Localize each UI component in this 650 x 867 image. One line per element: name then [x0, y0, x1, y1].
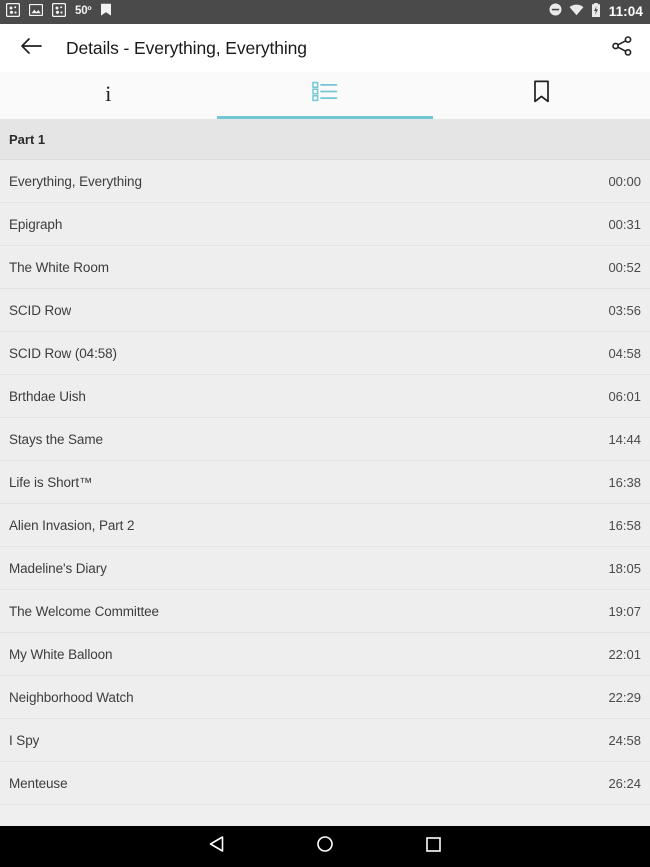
page-title: Details - Everything, Everything — [66, 37, 307, 58]
share-button[interactable] — [608, 34, 636, 62]
chapter-timestamp: 00:00 — [608, 173, 641, 189]
wifi-icon — [569, 3, 584, 21]
status-bar-right-icons: 11:04 — [549, 2, 643, 22]
chapter-row[interactable]: Alien Invasion, Part 2 16:58 — [0, 504, 650, 547]
chapter-timestamp: 26:24 — [608, 775, 641, 791]
weather-notification-icon — [5, 2, 21, 22]
status-bar-left-icons: 50º — [5, 2, 112, 22]
screenshot-notification-icon — [28, 3, 44, 21]
chapter-row[interactable]: Brthdae Uish 06:01 — [0, 375, 650, 418]
tab-bookmarks[interactable] — [433, 72, 650, 119]
bookmark-notification-icon — [100, 3, 112, 22]
status-bar-temperature: 50º — [75, 5, 92, 18]
app-bar: Details - Everything, Everything — [0, 24, 650, 72]
back-button[interactable] — [18, 35, 44, 61]
square-recents-icon — [425, 836, 442, 858]
home-nav-button[interactable] — [271, 826, 379, 867]
chapter-row[interactable]: My White Balloon 22:01 — [0, 633, 650, 676]
bookmark-icon — [533, 80, 550, 108]
chapter-list-icon — [312, 81, 338, 107]
chapter-timestamp: 19:07 — [608, 603, 641, 619]
chapter-row[interactable]: Everything, Everything 00:00 — [0, 160, 650, 203]
chapter-timestamp: 22:29 — [608, 689, 641, 705]
tab-bar: i — [0, 72, 650, 119]
chapter-title: Life is Short™ — [9, 474, 93, 490]
chapter-title: The White Room — [9, 259, 109, 275]
chapter-row[interactable]: I Spy 24:58 — [0, 719, 650, 762]
chapter-row[interactable]: The Welcome Committee 19:07 — [0, 590, 650, 633]
chapter-title: Epigraph — [9, 216, 63, 232]
chapter-rows: Everything, Everything 00:00 Epigraph 00:31… — [0, 160, 650, 805]
chapter-title: SCID Row (04:58) — [9, 345, 117, 361]
back-nav-button[interactable] — [163, 826, 271, 867]
android-screen: 50º 11:04 Details - Everything, Everythi… — [0, 0, 650, 867]
chapter-row[interactable]: SCID Row 03:56 — [0, 289, 650, 332]
chapter-title: I Spy — [9, 732, 40, 748]
chapter-timestamp: 24:58 — [608, 732, 641, 748]
chapter-title: My White Balloon — [9, 646, 113, 662]
tab-info[interactable]: i — [0, 72, 217, 119]
android-nav-bar — [0, 826, 650, 867]
tab-selected-indicator — [217, 116, 433, 119]
chapter-title: SCID Row — [9, 302, 72, 318]
chapter-timestamp: 18:05 — [608, 560, 641, 576]
chapter-title: Alien Invasion, Part 2 — [9, 517, 135, 533]
battery-charging-icon — [591, 2, 601, 22]
info-icon: i — [105, 81, 112, 106]
weather-notification-icon-2 — [51, 2, 67, 22]
chapter-title: Madeline's Diary — [9, 560, 107, 576]
chapter-row[interactable]: Life is Short™ 16:38 — [0, 461, 650, 504]
chapter-title: The Welcome Committee — [9, 603, 159, 619]
chapter-list[interactable]: Part 1 Everything, Everything 00:00 Epigra… — [0, 119, 650, 826]
triangle-back-icon — [208, 835, 226, 858]
section-header: Part 1 — [0, 119, 650, 160]
chapter-timestamp: 14:44 — [608, 431, 641, 447]
chapter-timestamp: 16:58 — [608, 517, 641, 533]
share-icon — [611, 35, 633, 62]
status-bar-clock: 11:04 — [608, 4, 643, 20]
chapter-timestamp: 16:38 — [608, 474, 641, 490]
back-arrow-icon — [20, 37, 42, 60]
do-not-disturb-icon — [549, 3, 562, 21]
chapter-row[interactable]: Epigraph 00:31 — [0, 203, 650, 246]
chapter-timestamp: 00:31 — [608, 216, 641, 232]
chapter-row[interactable]: Menteuse 26:24 — [0, 762, 650, 805]
chapter-title: Everything, Everything — [9, 173, 142, 189]
chapter-timestamp: 22:01 — [608, 646, 641, 662]
chapter-row[interactable]: SCID Row (04:58) 04:58 — [0, 332, 650, 375]
chapter-row[interactable]: Stays the Same 14:44 — [0, 418, 650, 461]
circle-home-icon — [316, 835, 334, 858]
chapter-row[interactable]: Madeline's Diary 18:05 — [0, 547, 650, 590]
chapter-title: Menteuse — [9, 775, 68, 791]
chapter-timestamp: 06:01 — [608, 388, 641, 404]
chapter-title: Brthdae Uish — [9, 388, 86, 404]
chapter-row[interactable]: The White Room 00:52 — [0, 246, 650, 289]
chapter-title: Stays the Same — [9, 431, 103, 447]
chapter-timestamp: 03:56 — [608, 302, 641, 318]
tab-chapters[interactable] — [217, 72, 434, 119]
chapter-title: Neighborhood Watch — [9, 689, 134, 705]
chapter-row[interactable]: Neighborhood Watch 22:29 — [0, 676, 650, 719]
status-bar: 50º 11:04 — [0, 0, 650, 24]
chapter-timestamp: 04:58 — [608, 345, 641, 361]
chapter-timestamp: 00:52 — [608, 259, 641, 275]
recents-nav-button[interactable] — [379, 826, 487, 867]
